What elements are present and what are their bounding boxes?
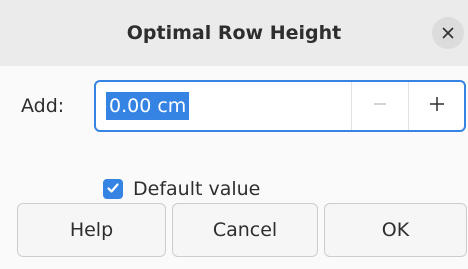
minus-icon — [372, 96, 388, 116]
close-icon — [442, 24, 454, 43]
add-value-input[interactable]: 0.00 cm — [106, 92, 190, 120]
plus-icon — [428, 95, 446, 117]
dialog-title: Optimal Row Height — [126, 22, 342, 44]
default-value-checkbox-row[interactable]: Default value — [103, 172, 260, 206]
default-value-label: Default value — [133, 178, 261, 200]
checkmark-icon — [106, 180, 120, 199]
decrement-button[interactable] — [351, 82, 408, 130]
default-value-checkbox[interactable] — [103, 179, 123, 199]
ok-button[interactable]: OK — [324, 203, 467, 257]
help-button[interactable]: Help — [17, 203, 166, 257]
close-button[interactable] — [432, 17, 464, 49]
increment-button[interactable] — [408, 82, 464, 130]
title-bar: Optimal Row Height — [0, 0, 468, 66]
cancel-button[interactable]: Cancel — [172, 203, 318, 257]
add-label: Add: — [21, 95, 65, 117]
add-spinbutton[interactable]: 0.00 cm — [94, 80, 466, 132]
optimal-row-height-dialog: Optimal Row Height Add: 0.00 cm Default … — [0, 0, 468, 269]
